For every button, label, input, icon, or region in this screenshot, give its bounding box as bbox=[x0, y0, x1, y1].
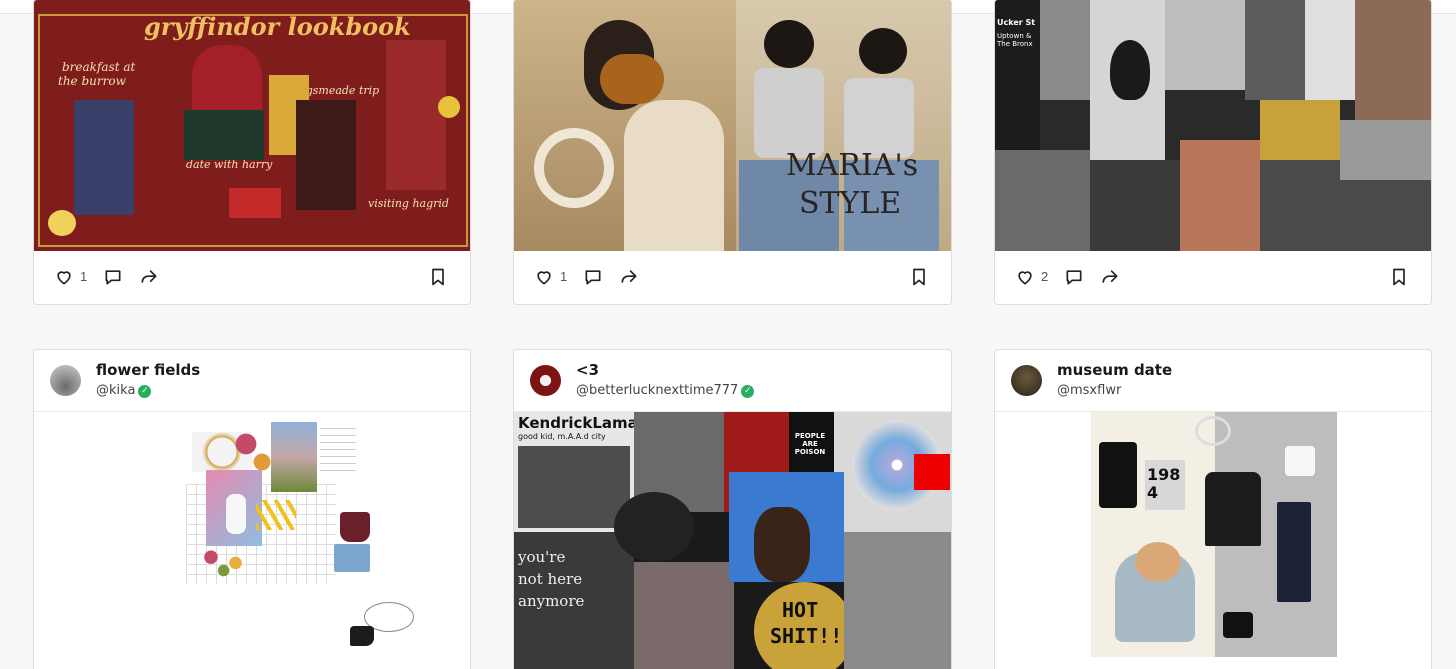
like-count: 2 bbox=[1041, 269, 1049, 284]
like-button[interactable]: 2 bbox=[1015, 267, 1048, 287]
post-image-marias-style[interactable]: MARIA's STYLE bbox=[514, 0, 951, 251]
post-image-museum-date[interactable]: 1984 bbox=[995, 412, 1431, 669]
avatar[interactable] bbox=[530, 365, 561, 396]
collage-title: gryffindor lookbook bbox=[144, 12, 411, 41]
like-button[interactable]: 1 bbox=[54, 267, 87, 287]
verified-badge-icon: ✓ bbox=[741, 384, 755, 398]
post-card-museum-date[interactable]: museum date @msxflwr 1984 bbox=[994, 349, 1432, 669]
post-actions: 2 bbox=[995, 249, 1431, 304]
like-count: 1 bbox=[560, 269, 568, 284]
post-header: <3 @betterlucknexttime777 ✓ bbox=[514, 350, 951, 412]
user-handle[interactable]: @kika bbox=[96, 382, 135, 400]
post-card-sixties-collage[interactable]: Ucker St Uptown & The Bronx 2 bbox=[994, 0, 1432, 305]
bookmark-icon bbox=[1393, 268, 1405, 285]
share-arrow-icon bbox=[1102, 269, 1118, 283]
share-button[interactable] bbox=[619, 267, 639, 287]
comment-button[interactable] bbox=[1064, 267, 1084, 287]
avatar[interactable] bbox=[50, 365, 81, 396]
post-card-gryffindor[interactable]: gryffindor lookbook breakfast at the bur… bbox=[33, 0, 471, 305]
post-image-flower-fields[interactable] bbox=[34, 412, 470, 669]
bookmark-icon bbox=[432, 268, 444, 285]
post-title[interactable]: museum date bbox=[1057, 361, 1172, 379]
heart-icon bbox=[537, 270, 551, 284]
verified-badge-icon: ✓ bbox=[138, 384, 152, 398]
save-button[interactable] bbox=[909, 267, 929, 287]
post-card-marias-style[interactable]: MARIA's STYLE 1 bbox=[513, 0, 952, 305]
comment-button[interactable] bbox=[583, 267, 603, 287]
post-image-sixties-collage[interactable]: Ucker St Uptown & The Bronx bbox=[995, 0, 1431, 251]
share-arrow-icon bbox=[621, 269, 637, 283]
post-image-music-collage[interactable]: KendrickLamar good kid, m.A.A.d city PEO… bbox=[514, 412, 951, 669]
post-card-heart[interactable]: <3 @betterlucknexttime777 ✓ KendrickLamar… bbox=[513, 349, 952, 669]
comment-button[interactable] bbox=[103, 267, 123, 287]
post-title[interactable]: <3 bbox=[576, 361, 754, 379]
heart-icon bbox=[57, 270, 71, 284]
post-title[interactable]: flower fields bbox=[96, 361, 200, 379]
comment-icon bbox=[585, 269, 601, 284]
post-card-flower-fields[interactable]: flower fields @kika ✓ bbox=[33, 349, 471, 669]
bookmark-icon bbox=[913, 268, 925, 285]
share-button[interactable] bbox=[1100, 267, 1120, 287]
user-handle[interactable]: @betterlucknexttime777 bbox=[576, 382, 738, 400]
share-button[interactable] bbox=[139, 267, 159, 287]
avatar[interactable] bbox=[1011, 365, 1042, 396]
like-count: 1 bbox=[80, 269, 88, 284]
like-button[interactable]: 1 bbox=[534, 267, 567, 287]
user-handle[interactable]: @msxflwr bbox=[1057, 382, 1121, 400]
save-button[interactable] bbox=[428, 267, 448, 287]
post-header: museum date @msxflwr bbox=[995, 350, 1431, 412]
post-image-gryffindor-lookbook[interactable]: gryffindor lookbook breakfast at the bur… bbox=[34, 0, 470, 251]
share-arrow-icon bbox=[141, 269, 157, 283]
post-actions: 1 bbox=[514, 249, 951, 304]
save-button[interactable] bbox=[1389, 267, 1409, 287]
post-actions: 1 bbox=[34, 249, 470, 304]
heart-icon bbox=[1018, 270, 1032, 284]
comment-icon bbox=[105, 269, 121, 284]
comment-icon bbox=[1066, 269, 1082, 284]
post-header: flower fields @kika ✓ bbox=[34, 350, 470, 412]
